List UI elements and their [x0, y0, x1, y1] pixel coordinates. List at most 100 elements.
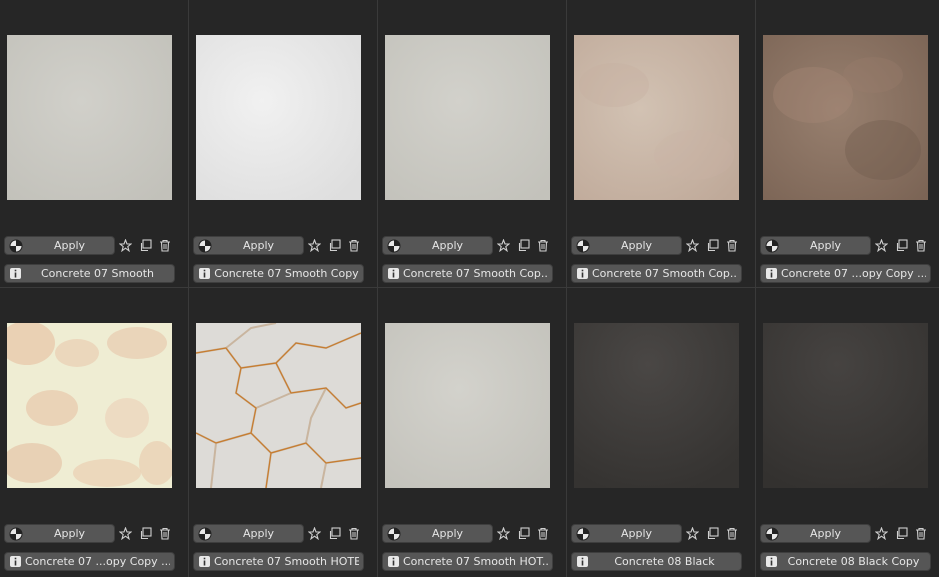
trash-icon[interactable] [156, 236, 174, 255]
material-icon [765, 527, 779, 541]
asset-toolbar: Apply [4, 236, 175, 255]
apply-button[interactable]: Apply [571, 524, 682, 543]
material-icon [9, 239, 23, 253]
duplicate-icon[interactable] [703, 236, 721, 255]
asset-name-field[interactable]: Concrete 07 Smooth Cop... [571, 264, 742, 283]
asset-card[interactable]: Apply Concrete 07 Smooth [0, 0, 189, 288]
info-icon[interactable] [765, 555, 778, 568]
asset-card[interactable]: Apply Concrete 07 ...opy Copy ... [0, 288, 189, 577]
asset-name-field[interactable]: Concrete 07 ...opy Copy ... [760, 264, 931, 283]
asset-name: Concrete 08 Black [614, 555, 715, 568]
material-thumbnail[interactable] [385, 35, 550, 200]
asset-card[interactable]: Apply Concrete 07 Smooth Copy [189, 0, 378, 288]
apply-button[interactable]: Apply [760, 236, 871, 255]
star-icon[interactable] [872, 524, 890, 543]
asset-name-field[interactable]: Concrete 08 Black [571, 552, 742, 571]
apply-button[interactable]: Apply [382, 236, 493, 255]
star-icon[interactable] [305, 236, 323, 255]
duplicate-icon[interactable] [703, 524, 721, 543]
trash-icon[interactable] [534, 524, 552, 543]
trash-icon[interactable] [723, 236, 741, 255]
apply-label: Apply [431, 527, 464, 540]
duplicate-icon[interactable] [136, 524, 154, 543]
asset-card[interactable]: Apply Concrete 08 Black [567, 288, 756, 577]
asset-name-field[interactable]: Concrete 08 Black Copy [760, 552, 931, 571]
asset-toolbar: Apply [571, 524, 742, 543]
apply-label: Apply [620, 239, 653, 252]
asset-card[interactable]: Apply Concrete 07 ...opy Copy ... [756, 0, 939, 288]
material-thumbnail[interactable] [7, 35, 172, 200]
duplicate-icon[interactable] [325, 524, 343, 543]
trash-icon[interactable] [912, 236, 930, 255]
material-thumbnail[interactable] [574, 35, 739, 200]
info-icon[interactable] [9, 267, 22, 280]
info-icon[interactable] [576, 267, 589, 280]
info-icon[interactable] [9, 555, 22, 568]
asset-name: Concrete 08 Black Copy [787, 555, 920, 568]
apply-button[interactable]: Apply [571, 236, 682, 255]
material-thumbnail[interactable] [574, 323, 739, 488]
asset-toolbar: Apply [193, 524, 364, 543]
material-icon [198, 239, 212, 253]
trash-icon[interactable] [156, 524, 174, 543]
material-thumbnail[interactable] [385, 323, 550, 488]
duplicate-icon[interactable] [892, 236, 910, 255]
info-icon[interactable] [387, 267, 400, 280]
trash-icon[interactable] [534, 236, 552, 255]
star-icon[interactable] [494, 236, 512, 255]
asset-name: Concrete 07 Smooth Cop... [403, 267, 548, 280]
material-icon [198, 527, 212, 541]
asset-name-field[interactable]: Concrete 07 Smooth HOT... [382, 552, 553, 571]
material-thumbnail[interactable] [7, 323, 172, 488]
asset-toolbar: Apply [4, 524, 175, 543]
material-thumbnail[interactable] [763, 35, 928, 200]
asset-name: Concrete 07 Smooth [41, 267, 154, 280]
apply-label: Apply [242, 239, 275, 252]
star-icon[interactable] [683, 236, 701, 255]
asset-card[interactable]: Apply Concrete 07 Smooth Cop... [378, 0, 567, 288]
material-thumbnail[interactable] [196, 323, 361, 488]
trash-icon[interactable] [345, 524, 363, 543]
star-icon[interactable] [116, 524, 134, 543]
trash-icon[interactable] [912, 524, 930, 543]
asset-name-field[interactable]: Concrete 07 ...opy Copy ... [4, 552, 175, 571]
info-icon[interactable] [198, 267, 211, 280]
apply-button[interactable]: Apply [193, 236, 304, 255]
apply-button[interactable]: Apply [193, 524, 304, 543]
info-icon[interactable] [387, 555, 400, 568]
asset-name: Concrete 07 Smooth HOTE [214, 555, 359, 568]
info-icon[interactable] [576, 555, 589, 568]
apply-button[interactable]: Apply [4, 236, 115, 255]
asset-toolbar: Apply [193, 236, 364, 255]
asset-name-field[interactable]: Concrete 07 Smooth Copy [193, 264, 364, 283]
asset-name-field[interactable]: Concrete 07 Smooth HOTE [193, 552, 364, 571]
star-icon[interactable] [305, 524, 323, 543]
trash-icon[interactable] [345, 236, 363, 255]
star-icon[interactable] [683, 524, 701, 543]
info-icon[interactable] [198, 555, 211, 568]
star-icon[interactable] [494, 524, 512, 543]
asset-name-field[interactable]: Concrete 07 Smooth Cop... [382, 264, 553, 283]
asset-name-field[interactable]: Concrete 07 Smooth [4, 264, 175, 283]
asset-card[interactable]: Apply Concrete 07 Smooth HOTE [189, 288, 378, 577]
asset-card[interactable]: Apply Concrete 07 Smooth HOT... [378, 288, 567, 577]
info-icon[interactable] [765, 267, 778, 280]
star-icon[interactable] [872, 236, 890, 255]
apply-button[interactable]: Apply [760, 524, 871, 543]
material-thumbnail[interactable] [763, 323, 928, 488]
duplicate-icon[interactable] [136, 236, 154, 255]
trash-icon[interactable] [723, 524, 741, 543]
apply-button[interactable]: Apply [4, 524, 115, 543]
asset-card[interactable]: Apply Concrete 07 Smooth Cop... [567, 0, 756, 288]
duplicate-icon[interactable] [514, 524, 532, 543]
asset-card[interactable]: Apply Concrete 08 Black Copy [756, 288, 939, 577]
material-thumbnail[interactable] [196, 35, 361, 200]
material-icon [765, 239, 779, 253]
apply-button[interactable]: Apply [382, 524, 493, 543]
apply-label: Apply [809, 239, 842, 252]
duplicate-icon[interactable] [892, 524, 910, 543]
material-icon [387, 239, 401, 253]
duplicate-icon[interactable] [325, 236, 343, 255]
duplicate-icon[interactable] [514, 236, 532, 255]
star-icon[interactable] [116, 236, 134, 255]
